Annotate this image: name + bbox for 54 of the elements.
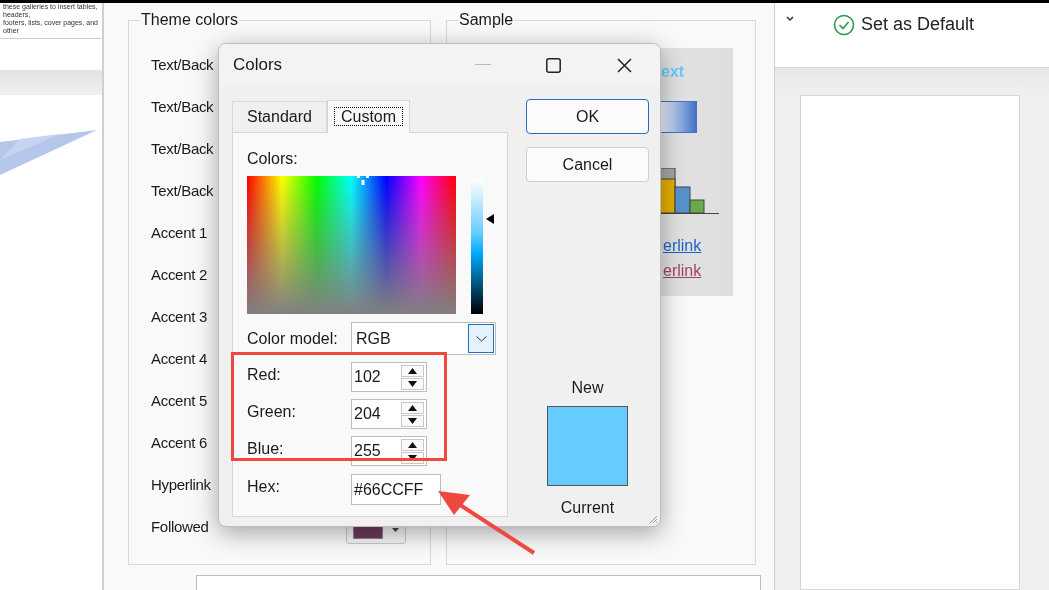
color-label: Accent 6 xyxy=(151,432,207,453)
followed-hyperlink-sample: erlink xyxy=(663,261,702,281)
color-label: Followed xyxy=(151,516,209,537)
up-arrow-icon xyxy=(408,441,417,448)
color-spectrum[interactable] xyxy=(247,176,456,314)
slider-arrow-icon[interactable] xyxy=(486,214,494,224)
field-label: Color model: xyxy=(247,328,339,349)
down-arrow-icon xyxy=(408,417,417,424)
color-label: Accent 1 xyxy=(151,222,207,243)
group-label: Sample xyxy=(458,10,515,30)
spin-down-button[interactable] xyxy=(401,414,424,427)
spin-field[interactable]: 102 xyxy=(351,362,427,392)
field-label: Green: xyxy=(247,402,297,422)
window-title: Colors xyxy=(233,54,284,77)
spin-down-button[interactable] xyxy=(401,377,424,390)
chevron-icon xyxy=(475,335,487,342)
maximize-icon[interactable] xyxy=(546,57,561,73)
down-arrow-icon xyxy=(408,380,417,387)
spin-up-button[interactable] xyxy=(401,364,424,377)
spin-field[interactable]: 204 xyxy=(351,399,427,429)
color-label: Accent 3 xyxy=(151,306,207,327)
caption: Current xyxy=(560,498,615,518)
color-label: Text/Back xyxy=(151,138,214,159)
color-label: Text/Back xyxy=(151,54,214,75)
close-icon[interactable] xyxy=(617,57,632,73)
field-label: Colors: xyxy=(247,149,299,169)
chevron-icon[interactable] xyxy=(785,15,795,23)
caption: New xyxy=(571,378,604,398)
up-arrow-icon xyxy=(408,367,417,374)
luminance-bar[interactable] xyxy=(471,179,483,314)
dialog-button[interactable]: Cancel xyxy=(526,147,649,182)
hyperlink-sample: erlink xyxy=(663,236,702,256)
color-label: Accent 4 xyxy=(151,348,207,369)
sample-text: ext xyxy=(661,62,685,82)
check-circle-icon xyxy=(833,13,855,36)
color-label: Accent 5 xyxy=(151,390,207,411)
color-model-dropdown[interactable]: RGB xyxy=(351,322,496,355)
field-label: Hex: xyxy=(247,477,281,497)
crosshair-icon[interactable] xyxy=(357,176,369,185)
up-arrow-icon xyxy=(408,404,417,411)
tab[interactable]: Custom xyxy=(326,100,411,133)
color-label: Accent 2 xyxy=(151,264,207,285)
color-label: Hyperlink xyxy=(151,474,211,495)
tab[interactable]: Standard xyxy=(232,101,327,132)
spin-up-button[interactable] xyxy=(401,401,424,414)
resize-grip-icon[interactable] xyxy=(648,514,658,524)
field-label: Blue: xyxy=(247,439,285,459)
color-label: Text/Back xyxy=(151,180,214,201)
color-label: Text/Back xyxy=(151,96,214,117)
down-arrow-icon xyxy=(408,454,417,461)
field-label: Red: xyxy=(247,365,282,385)
hex-field[interactable]: #66CCFF xyxy=(351,474,441,505)
spin-up-button[interactable] xyxy=(401,438,424,451)
dialog-button[interactable]: OK xyxy=(526,99,649,134)
